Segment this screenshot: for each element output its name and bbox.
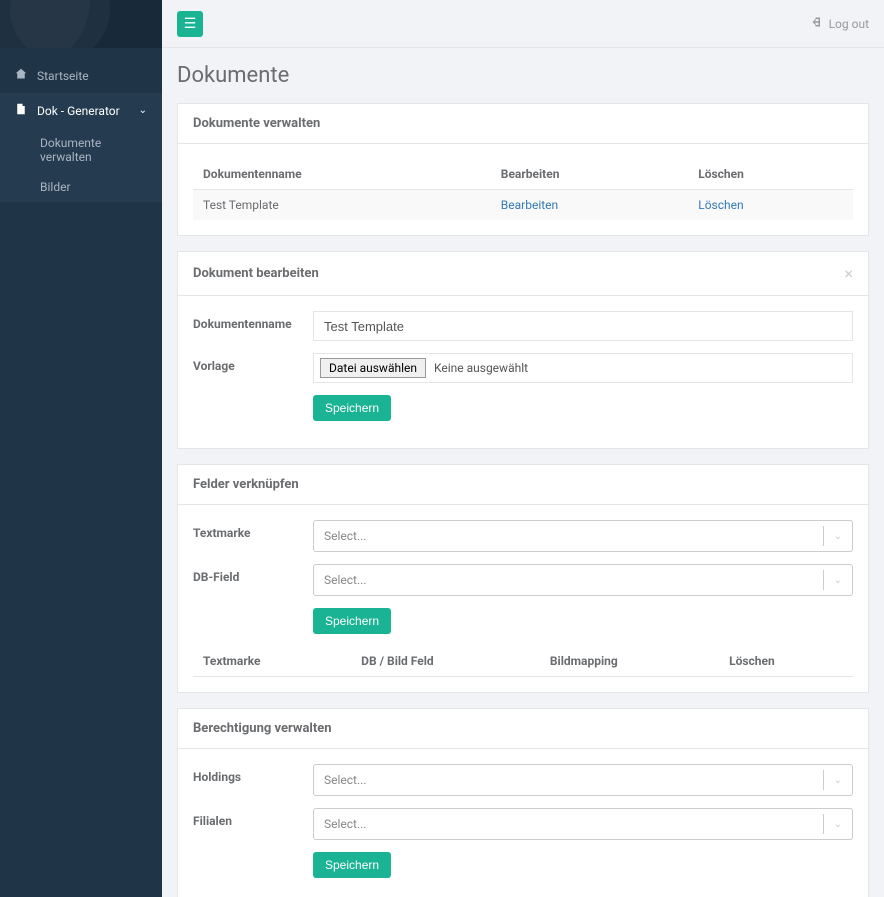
sidebar-item-label: Dok - Generator (37, 104, 120, 118)
panel-title: Felder verknüpfen (193, 477, 299, 492)
sidebar: Startseite Dok - Generator ⌄ Dokumente v… (0, 0, 162, 897)
chevron-down-icon: ⌄ (834, 819, 842, 830)
sidebar-logo (0, 0, 162, 48)
holdings-select[interactable]: Select... ⌄ (313, 764, 853, 796)
main: ☰ Log out Dokumente Dokumente verwalten (162, 0, 884, 897)
content: Dokumente Dokumente verwalten Dokumenten… (162, 48, 884, 897)
panel-head: Felder verknüpfen (178, 465, 868, 505)
docname-input[interactable] (313, 311, 853, 341)
col-textmarke: Textmarke (193, 646, 351, 677)
col-dbbild: DB / Bild Feld (351, 646, 540, 677)
col-delete: Löschen (719, 646, 853, 677)
panel-edit: Dokument bearbeiten × Dokumentenname Vor… (177, 251, 869, 449)
col-name: Dokumentenname (193, 159, 491, 190)
select-placeholder: Select... (324, 817, 366, 831)
panel-head: Dokument bearbeiten × (178, 252, 868, 296)
cell-name: Test Template (193, 190, 491, 221)
close-icon[interactable]: × (844, 264, 853, 283)
docs-table: Dokumentenname Bearbeiten Löschen Test T… (193, 159, 853, 220)
panel-title: Dokument bearbeiten (193, 266, 319, 281)
label-holdings: Holdings (193, 764, 313, 784)
panel-head: Berechtigung verwalten (178, 709, 868, 749)
sidebar-sub-images[interactable]: Bilder (0, 172, 162, 202)
sidebar-item-dokgen[interactable]: Dok - Generator ⌄ (0, 93, 162, 128)
filialen-select[interactable]: Select... ⌄ (313, 808, 853, 840)
menu-toggle-button[interactable]: ☰ (177, 11, 203, 37)
topbar: ☰ Log out (162, 0, 884, 48)
page-title: Dokumente (177, 63, 869, 88)
label-filialen: Filialen (193, 808, 313, 828)
chevron-down-icon: ⌄ (834, 531, 842, 542)
panel-link: Felder verknüpfen Textmarke Select... ⌄ (177, 464, 869, 693)
logout-label: Log out (829, 17, 869, 31)
col-delete: Löschen (688, 159, 853, 190)
file-none-label: Keine ausgewählt (434, 361, 528, 375)
sidebar-sub-docs[interactable]: Dokumente verwalten (0, 128, 162, 172)
file-input-wrap: Datei auswählen Keine ausgewählt (313, 353, 853, 383)
side-nav: Startseite Dok - Generator ⌄ Dokumente v… (0, 48, 162, 212)
edit-link[interactable]: Bearbeiten (501, 198, 558, 212)
panel-perm: Berechtigung verwalten Holdings Select..… (177, 708, 869, 897)
hamburger-icon: ☰ (184, 15, 197, 32)
textmarke-select[interactable]: Select... ⌄ (313, 520, 853, 552)
logout-link[interactable]: Log out (811, 16, 869, 31)
col-bildmapping: Bildmapping (540, 646, 719, 677)
label-docname: Dokumentenname (193, 311, 313, 331)
chevron-down-icon: ⌄ (834, 775, 842, 786)
logout-icon (811, 16, 823, 31)
save-button[interactable]: Speichern (313, 852, 391, 878)
chevron-down-icon: ⌄ (834, 575, 842, 586)
link-table: Textmarke DB / Bild Feld Bildmapping Lös… (193, 646, 853, 677)
select-placeholder: Select... (324, 773, 366, 787)
table-row: Test Template Bearbeiten Löschen (193, 190, 853, 221)
sidebar-item-home[interactable]: Startseite (0, 58, 162, 93)
select-placeholder: Select... (324, 573, 366, 587)
dbfield-select[interactable]: Select... ⌄ (313, 564, 853, 596)
label-template: Vorlage (193, 353, 313, 373)
panel-title: Dokumente verwalten (193, 116, 320, 131)
sidebar-submenu: Dokumente verwalten Bilder (0, 128, 162, 202)
delete-link[interactable]: Löschen (698, 198, 743, 212)
label-textmarke: Textmarke (193, 520, 313, 540)
col-edit: Bearbeiten (491, 159, 688, 190)
sidebar-item-label: Startseite (37, 69, 89, 83)
home-icon (15, 68, 27, 83)
panel-head: Dokumente verwalten (178, 104, 868, 144)
document-icon (15, 103, 27, 118)
panel-title: Berechtigung verwalten (193, 721, 332, 736)
label-dbfield: DB-Field (193, 564, 313, 584)
select-placeholder: Select... (324, 529, 366, 543)
file-choose-button[interactable]: Datei auswählen (320, 358, 426, 378)
chevron-down-icon: ⌄ (139, 105, 147, 116)
panel-docs: Dokumente verwalten Dokumentenname Bearb… (177, 103, 869, 236)
save-button[interactable]: Speichern (313, 395, 391, 421)
save-button[interactable]: Speichern (313, 608, 391, 634)
